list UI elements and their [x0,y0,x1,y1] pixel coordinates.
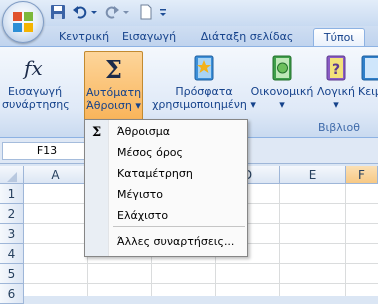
row-header-2[interactable]: 2 [0,204,24,224]
text-functions-button[interactable]: Κειμ [358,51,378,119]
autosum-menu: Σ Άθροισμα Μέσος όρος Καταμέτρηση Μέγιστ… [84,119,248,257]
insert-function-label-2: συνάρτησης [2,98,70,111]
svg-text:Σ: Σ [92,125,101,138]
menu-item-min[interactable]: Ελάχιστο [117,206,168,226]
financial-button[interactable]: Οικονομική ▾ [250,51,314,119]
gridline [345,184,346,296]
insert-function-label-1: Εισαγωγή [7,85,63,98]
fx-icon: fx [22,56,43,80]
redo-dropdown-icon[interactable] [122,4,130,20]
question-book-icon: ? [326,55,346,81]
customize-icon[interactable] [158,4,168,20]
office-logo-icon [13,12,33,32]
recently-used-label-1: Πρόσφατα [175,85,233,98]
ribbon-tabs: Κεντρική Εισαγωγή Διάταξη σελίδας Τύποι [0,26,378,47]
office-button[interactable] [2,1,44,43]
gridline [279,184,280,296]
redo-icon[interactable] [104,4,120,20]
sigma-icon: Σ [105,55,122,84]
function-library-group-label: Βιβλιοθ [318,121,360,134]
row-header-6[interactable]: 6 [0,284,24,304]
insert-function-button[interactable]: fx Εισαγωγή συνάρτησης [2,51,70,119]
row-header-3[interactable]: 3 [0,224,24,244]
autosum-button[interactable]: Σ Αυτόματη Άθροιση ▾ [84,51,143,121]
svg-text:?: ? [332,62,340,78]
recently-used-label-2: χρησιμοποιημένη ▾ [152,98,256,111]
gridline [24,263,378,264]
financial-label: Οικονομική ▾ [250,85,314,111]
title-bar [0,0,378,26]
row-header-1[interactable]: 1 [0,184,24,204]
corner-triangle-icon [6,172,17,182]
menu-item-max[interactable]: Μέγιστο [117,185,163,205]
logical-button[interactable]: ? Λογική ▾ [316,51,356,119]
select-all-corner[interactable] [0,166,24,184]
new-document-icon[interactable] [138,4,154,20]
tab-insert[interactable]: Εισαγωγή [116,28,182,47]
row-header-4[interactable]: 4 [0,244,24,264]
menu-icon-gutter [85,120,109,256]
tab-home[interactable]: Κεντρική [54,28,114,47]
row-header-5[interactable]: 5 [0,264,24,284]
recently-used-button[interactable]: Πρόσφατα χρησιμοποιημένη ▾ [152,51,256,119]
column-header-a[interactable]: A [24,166,88,184]
tab-formulas[interactable]: Τύποι [313,28,365,47]
svg-text:fx: fx [22,56,43,80]
menu-item-average[interactable]: Μέσος όρος [117,143,183,163]
menu-item-count[interactable]: Καταμέτρηση [117,164,193,184]
save-icon[interactable] [50,4,66,20]
gridline [24,283,378,284]
tab-page-layout[interactable]: Διάταξη σελίδας [188,28,306,47]
column-header-e[interactable]: E [280,166,346,184]
logical-label: Λογική ▾ [317,85,355,111]
money-book-icon [272,55,292,81]
sigma-icon: Σ [92,125,101,138]
autosum-label-2: Άθροιση ▾ [86,99,141,112]
menu-item-more-functions[interactable]: Άλλες συναρτήσεις... [117,232,234,252]
menu-item-sum[interactable]: Άθροισμα [117,122,170,142]
name-box[interactable]: F13 [2,142,92,160]
star-book-icon [194,55,214,81]
text-functions-label: Κειμ [358,85,378,98]
undo-dropdown-icon[interactable] [90,4,98,20]
undo-icon[interactable] [72,4,88,20]
text-book-icon [361,55,378,81]
menu-separator [113,226,245,227]
svg-text:Σ: Σ [105,55,122,84]
autosum-label-1: Αυτόματη [85,86,142,99]
column-header-f[interactable]: F [346,166,378,184]
